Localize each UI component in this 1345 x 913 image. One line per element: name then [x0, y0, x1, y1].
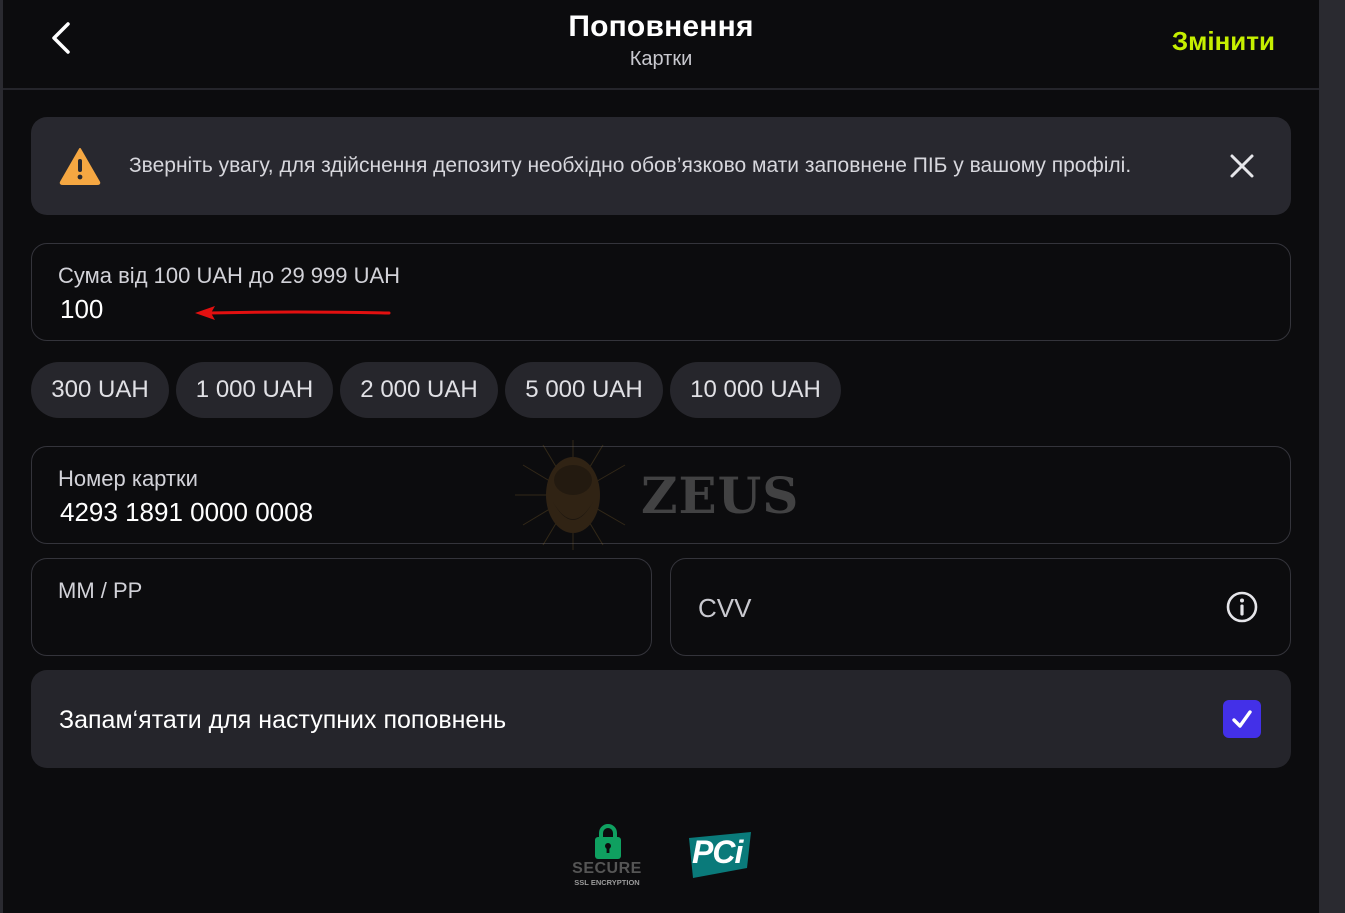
checkmark-icon	[1232, 710, 1252, 728]
secure-ssl-badge: SECURE SSL ENCRYPTION	[567, 822, 647, 888]
remember-card-checkbox[interactable]	[1223, 700, 1261, 738]
expiry-field[interactable]: ММ / РР	[31, 558, 652, 656]
quick-amount-10000[interactable]: 10 000 UAH	[670, 362, 841, 418]
remember-card-row[interactable]: Запам‘ятати для наступних поповнень	[31, 670, 1291, 768]
remember-card-label: Запам‘ятати для наступних поповнень	[59, 706, 507, 734]
pci-text: PCi	[692, 834, 743, 870]
profile-warning-alert: Зверніть увагу, для здійснення депозиту …	[31, 117, 1291, 215]
close-icon[interactable]	[1227, 151, 1257, 181]
secure-subtitle: SSL ENCRYPTION	[574, 878, 640, 887]
pci-badge: PCi	[685, 830, 755, 880]
quick-amount-5000[interactable]: 5 000 UAH	[505, 362, 663, 418]
deposit-panel: Поповнення Картки Змінити Зверніть увагу…	[3, 0, 1319, 913]
cvv-placeholder[interactable]: CVV	[698, 593, 751, 624]
quick-amount-2000[interactable]: 2 000 UAH	[340, 362, 498, 418]
change-method-button[interactable]: Змінити	[1172, 26, 1275, 57]
alert-text: Зверніть увагу, для здійснення депозиту …	[129, 154, 1132, 177]
expiry-label: ММ / РР	[58, 578, 143, 603]
info-icon[interactable]	[1225, 590, 1259, 624]
zeus-watermark-text: ZEUS	[641, 466, 800, 525]
lock-icon	[595, 824, 621, 859]
card-number-input[interactable]: 4293 1891 0000 0008	[60, 497, 313, 528]
quick-amount-1000[interactable]: 1 000 UAH	[176, 362, 333, 418]
arrow-annotation-icon	[195, 306, 391, 320]
page-title: Поповнення	[568, 10, 754, 43]
cvv-field[interactable]: CVV	[670, 558, 1291, 656]
amount-label: Сума від 100 UAH до 29 999 UAH	[58, 263, 401, 288]
secure-title: SECURE	[572, 860, 642, 877]
header: Поповнення Картки Змінити	[3, 0, 1319, 90]
quick-amount-300[interactable]: 300 UAH	[31, 362, 169, 418]
warning-icon	[59, 148, 101, 185]
zeus-watermark: ZEUS	[513, 440, 798, 555]
page-subtitle: Картки	[629, 48, 693, 70]
amount-input[interactable]: 100	[60, 294, 103, 325]
amount-field[interactable]: Сума від 100 UAH до 29 999 UAH 100	[31, 243, 1291, 341]
card-number-label: Номер картки	[58, 466, 198, 491]
